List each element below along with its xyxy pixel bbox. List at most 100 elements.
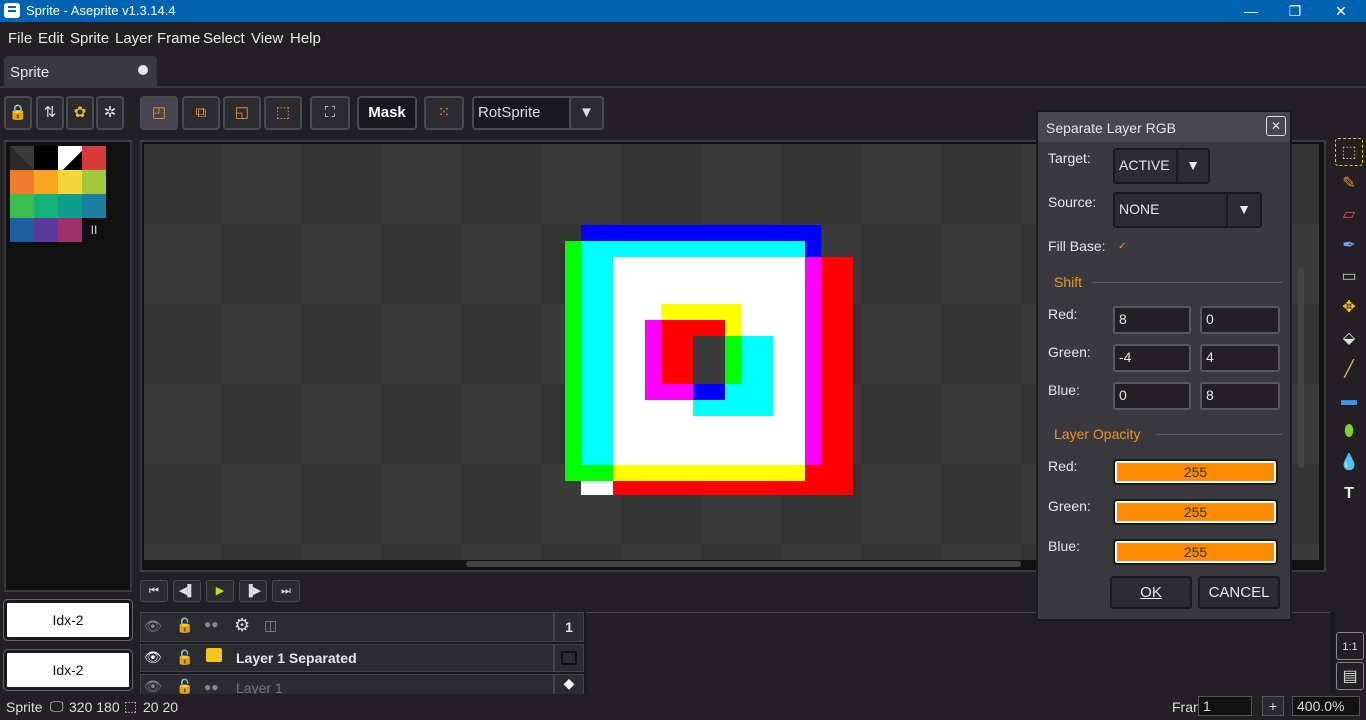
menu-frame[interactable]: Frame (157, 30, 200, 47)
opacity-red-slider[interactable]: 255 (1113, 459, 1278, 485)
eyedropper-tool-icon[interactable]: ✒ (1335, 232, 1363, 260)
shift-red-y-input[interactable]: 0 (1200, 306, 1280, 334)
blur-tool-icon[interactable]: 💧 (1335, 449, 1363, 477)
foreground-color-index[interactable]: Idx-2 (3, 599, 133, 641)
selection-add-icon[interactable]: ⧉ (182, 96, 220, 130)
first-frame-icon[interactable]: ⏮ (140, 580, 168, 602)
app-icon (4, 3, 20, 18)
palette-swatch[interactable] (10, 218, 34, 242)
swap-colors-icon[interactable]: ⇅ (36, 96, 64, 130)
canvas-vertical-scrollbar[interactable] (1298, 268, 1304, 468)
timeline-settings-gear-icon[interactable]: ⚙ (234, 615, 250, 636)
palette-swatch[interactable] (10, 146, 34, 170)
add-frame-button[interactable]: + (1262, 696, 1284, 716)
palette-swatch[interactable] (34, 194, 58, 218)
visibility-header-icon[interactable]: 👁 (144, 618, 162, 635)
menu-select[interactable]: Select (203, 30, 245, 47)
palette-swatch[interactable] (10, 194, 34, 218)
chevron-down-icon[interactable]: ▼ (1176, 148, 1210, 184)
contour-tool-icon[interactable]: ⬮ (1335, 418, 1363, 446)
maximize-button[interactable]: ❐ (1272, 0, 1318, 22)
palette-swatch[interactable] (34, 146, 58, 170)
menu-sprite[interactable]: Sprite (70, 30, 109, 47)
transparent-color-icon[interactable]: ⛶ (310, 96, 350, 130)
ok-button[interactable]: OK (1110, 576, 1192, 609)
menu-edit[interactable]: Edit (38, 30, 64, 47)
shift-red-x-input[interactable]: 8 (1113, 306, 1191, 334)
selection-intersect-icon[interactable]: ⬚ (264, 96, 302, 130)
lock-icon[interactable]: 🔓 (176, 678, 193, 695)
close-window-button[interactable]: ✕ (1318, 0, 1364, 22)
menu-help[interactable]: Help (290, 30, 321, 47)
menu-layer[interactable]: Layer (115, 30, 153, 47)
dialog-close-icon[interactable]: ✕ (1266, 116, 1286, 136)
palette-swatch[interactable] (58, 170, 82, 194)
visibility-icon[interactable]: 👁 (144, 678, 162, 695)
bucket-tool-icon[interactable]: ⬙ (1335, 325, 1363, 353)
palette-swatch[interactable] (58, 218, 82, 242)
continuous-header-icon[interactable]: ●● (204, 617, 219, 631)
last-frame-icon[interactable]: ⏭ (272, 580, 300, 602)
opacity-green-slider[interactable]: 255 (1113, 499, 1278, 525)
hand-tool-icon[interactable]: ▭ (1335, 263, 1363, 291)
cel[interactable] (554, 644, 584, 672)
shift-blue-y-input[interactable]: 8 (1200, 382, 1280, 410)
horizontal-scrollbar[interactable] (466, 561, 1021, 567)
lock-icon[interactable]: 🔓 (176, 649, 193, 666)
shift-blue-x-input[interactable]: 0 (1113, 382, 1191, 410)
cancel-button[interactable]: CANCEL (1198, 576, 1280, 609)
frame-input[interactable]: 1 (1198, 696, 1252, 716)
frame-header-1[interactable]: 1 (554, 612, 584, 642)
modified-dot-icon[interactable] (138, 65, 148, 75)
layer-name[interactable]: Layer 1 Separated (236, 650, 357, 666)
menu-file[interactable]: File (8, 30, 32, 47)
cel-keyframe-icon[interactable]: ◆ (554, 674, 584, 696)
pivot-icon[interactable]: ⁙ (424, 96, 464, 130)
zoom-input[interactable]: 400.0% (1292, 696, 1360, 716)
shift-green-x-input[interactable]: -4 (1113, 344, 1191, 372)
pencil-tool-icon[interactable]: ✎ (1335, 170, 1363, 198)
film-strip-icon[interactable]: ▤ (1336, 662, 1364, 690)
layer-row[interactable] (140, 674, 554, 696)
lock-icon[interactable]: 🔒 (4, 96, 32, 130)
settings-gear-icon[interactable]: ✲ (96, 96, 124, 130)
fillbase-checkbox[interactable]: ✓ (1118, 242, 1128, 252)
actual-size-icon[interactable]: 1:1 (1336, 632, 1364, 660)
palette-swatch[interactable] (34, 170, 58, 194)
shift-green-y-input[interactable]: 4 (1200, 344, 1280, 372)
visibility-icon[interactable]: 👁 (144, 649, 162, 666)
text-tool-icon[interactable]: T (1335, 480, 1363, 508)
chevron-down-icon[interactable]: ▼ (569, 96, 604, 130)
minimize-button[interactable]: — (1228, 0, 1274, 22)
selection-subtract-icon[interactable]: ◱ (223, 96, 261, 130)
palette-swatch[interactable] (82, 194, 106, 218)
selection-replace-icon[interactable]: ◰ (140, 96, 178, 130)
lock-header-icon[interactable]: 🔓 (176, 617, 193, 634)
chevron-down-icon[interactable]: ▼ (1226, 192, 1262, 228)
marquee-tool-icon[interactable]: ⬚ (1335, 138, 1363, 166)
tab-sprite[interactable]: Sprite (4, 56, 157, 87)
palette-swatch[interactable] (82, 170, 106, 194)
palette-swatch[interactable] (10, 170, 34, 194)
palette-swatch[interactable] (82, 146, 106, 170)
line-tool-icon[interactable]: ╱ (1335, 356, 1363, 384)
palette-swatch[interactable] (58, 146, 82, 170)
next-frame-icon[interactable]: ▐▶ (239, 580, 267, 602)
menu-view[interactable]: View (251, 30, 283, 47)
window-titlebar: Sprite - Aseprite v1.3.14.4 — ❐ ✕ (0, 0, 1366, 22)
continuous-icon[interactable]: ●● (204, 680, 219, 694)
palette-swatch[interactable] (34, 218, 58, 242)
palette-swatch[interactable] (58, 194, 82, 218)
eraser-tool-icon[interactable]: ▱ (1335, 201, 1363, 229)
onion-skin-icon[interactable]: ◫ (264, 617, 277, 634)
color-mode-icon[interactable]: ✿ (66, 96, 94, 130)
move-tool-icon[interactable]: ✥ (1335, 294, 1363, 322)
background-color-index[interactable]: Idx-2 (3, 649, 133, 691)
mask-button[interactable]: Mask (357, 96, 417, 130)
rectangle-tool-icon[interactable]: ▬ (1335, 387, 1363, 415)
opacity-green-label: Green: (1048, 498, 1091, 514)
prev-frame-icon[interactable]: ◀▌ (173, 580, 201, 602)
play-icon[interactable]: ▶ (206, 580, 234, 602)
opacity-blue-slider[interactable]: 255 (1113, 539, 1278, 565)
palette-more-label[interactable]: II (82, 218, 106, 242)
